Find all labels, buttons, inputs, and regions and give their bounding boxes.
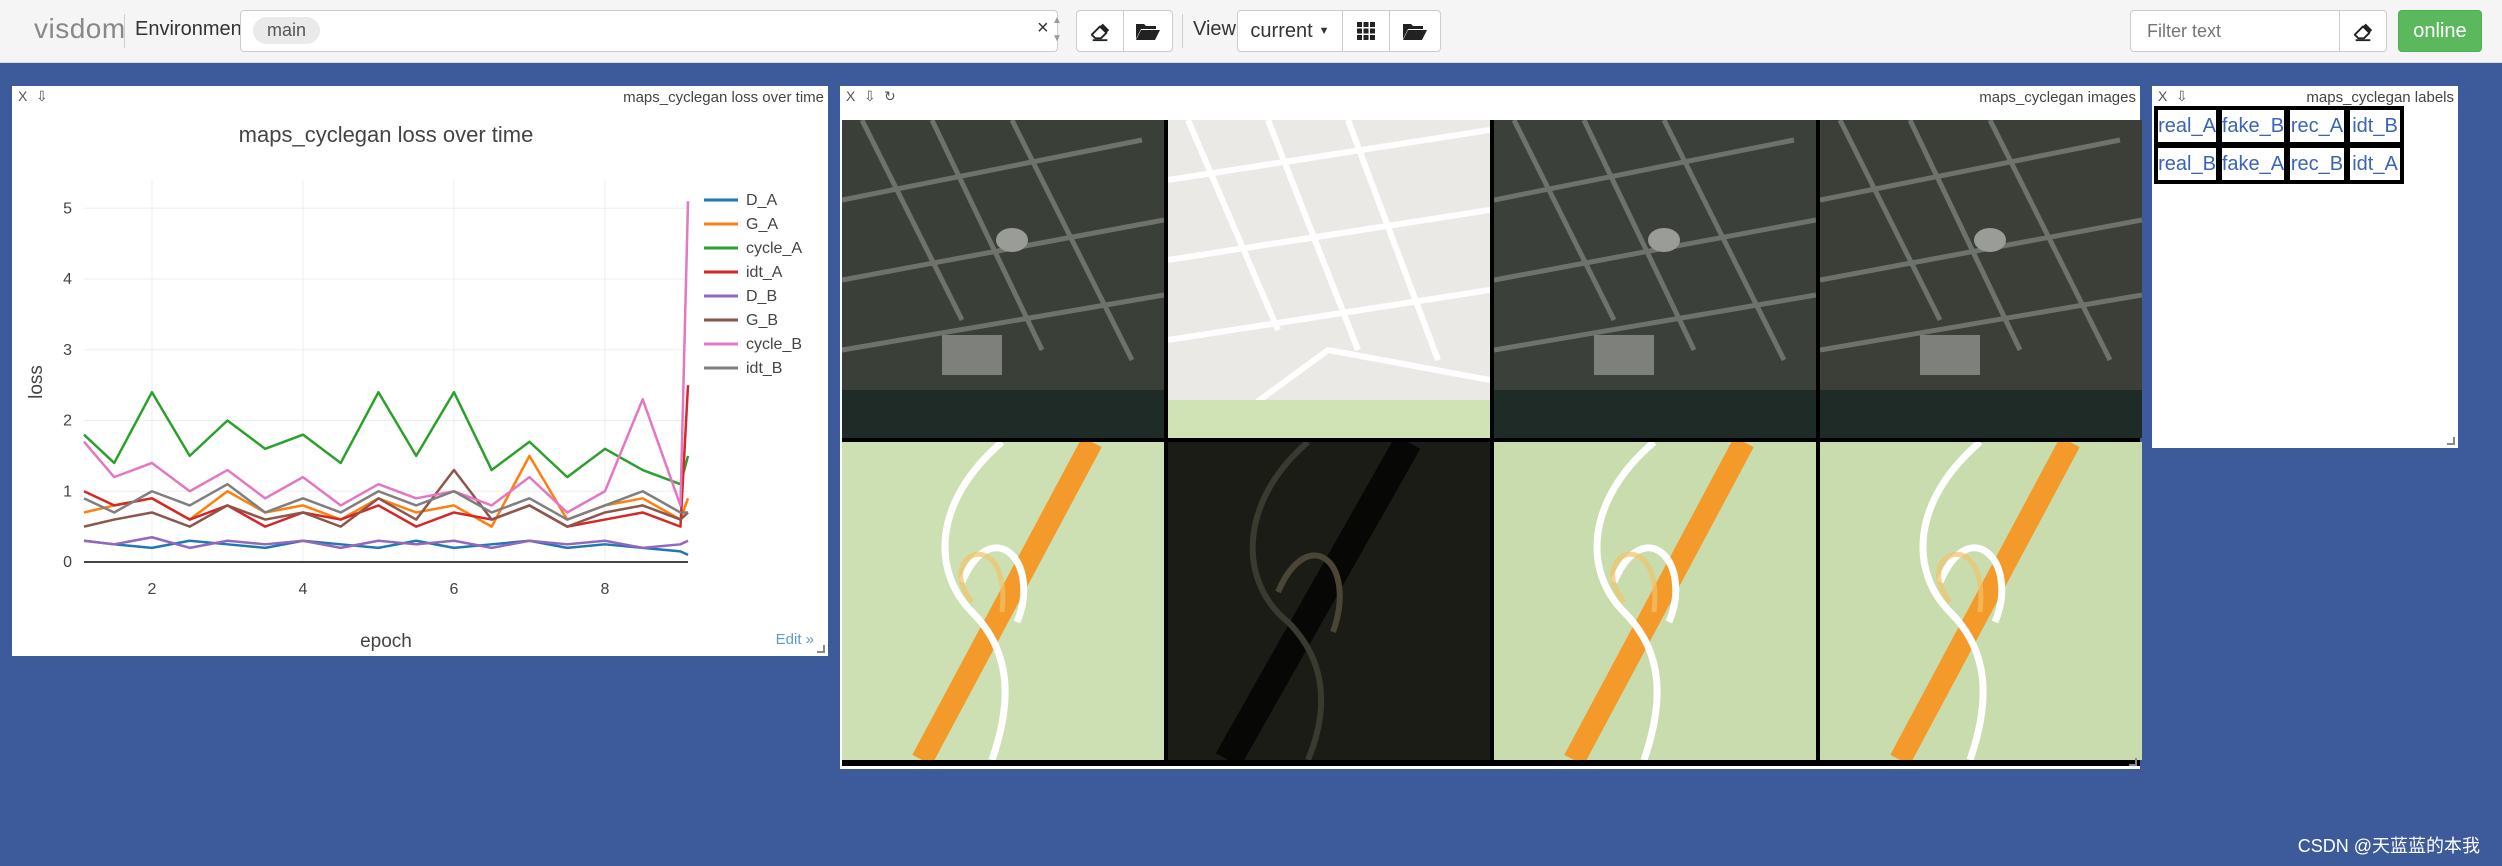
view-label: View <box>1193 18 1236 40</box>
close-pane-icon[interactable]: X <box>2158 88 2167 104</box>
x-tick-label: 6 <box>449 581 458 598</box>
result-image <box>1494 120 1816 438</box>
folder-open-icon <box>1403 24 1427 40</box>
legend-label: idt_A <box>746 264 783 281</box>
labels-table: real_A fake_B rec_A idt_B real_B fake_A … <box>2154 106 2404 192</box>
watermark: CSDN @天蓝蓝的本我 <box>2297 836 2480 856</box>
environment-label: Environment <box>135 18 248 40</box>
pane-bar[interactable]: X ⇩ maps_cyclegan labels <box>2152 86 2458 108</box>
clear-env-button[interactable] <box>1076 10 1124 52</box>
x-tick-label: 2 <box>147 581 156 598</box>
labels-pane: X ⇩ maps_cyclegan labels real_A fake_B r… <box>2152 86 2458 448</box>
label-cell: idt_A <box>2346 144 2404 184</box>
y-tick-label: 1 <box>63 483 72 500</box>
result-image <box>1820 120 2142 438</box>
environment-chip-main[interactable]: main <box>253 17 321 44</box>
divider <box>124 14 125 48</box>
reset-icon[interactable]: ↻ <box>884 88 896 105</box>
legend-label: G_A <box>746 216 778 233</box>
close-pane-icon[interactable]: X <box>846 88 855 104</box>
loss-chart-pane: X ⇩ maps_cyclegan loss over time maps_cy… <box>12 86 828 656</box>
divider <box>1182 14 1183 48</box>
folder-open-icon <box>1136 24 1160 40</box>
result-image <box>1168 120 1490 438</box>
legend-label: G_B <box>746 312 778 329</box>
label-cell: rec_B <box>2286 144 2348 184</box>
images-pane: X ⇩ ↻ maps_cyclegan images <box>840 86 2142 769</box>
download-icon[interactable]: ⇩ <box>2176 88 2188 105</box>
series-line-cycle_B <box>83 201 690 514</box>
manage-env-button[interactable] <box>1123 10 1173 52</box>
environment-arrows-icon[interactable]: ▲ ▼ <box>1052 12 1062 48</box>
y-tick-label: 4 <box>63 271 72 288</box>
clear-filter-button[interactable] <box>2339 10 2387 52</box>
online-status-button[interactable]: online <box>2398 10 2482 52</box>
view-select[interactable]: current ▼ <box>1237 10 1343 52</box>
label-cell: rec_A <box>2286 106 2348 146</box>
x-tick-label: 4 <box>298 581 307 598</box>
eraser-icon <box>2353 23 2373 42</box>
y-tick-label: 0 <box>63 554 72 571</box>
repack-button[interactable] <box>1342 10 1390 52</box>
legend-label: D_A <box>746 192 777 209</box>
environment-select[interactable]: main × <box>240 10 1058 52</box>
resize-handle[interactable] <box>817 645 825 653</box>
result-image <box>1494 442 1816 760</box>
legend-label: cycle_A <box>746 240 802 257</box>
y-tick-label: 2 <box>63 413 72 430</box>
y-axis-label: loss <box>26 365 47 399</box>
result-image <box>842 442 1164 760</box>
legend-label: D_B <box>746 288 777 305</box>
y-tick-label: 5 <box>63 200 72 217</box>
label-cell: real_B <box>2154 144 2220 184</box>
loss-chart[interactable]: maps_cyclegan loss over time 2 4 6 8 0 1 2 3 4 5 ep… <box>12 86 828 656</box>
grid-icon <box>1357 22 1375 40</box>
label-cell: fake_B <box>2218 106 2288 146</box>
filter-text-input[interactable] <box>2130 10 2340 52</box>
result-image <box>1168 442 1490 760</box>
resize-handle[interactable] <box>2129 758 2137 766</box>
x-tick-label: 8 <box>600 581 609 598</box>
series-line-cycle_A <box>83 390 690 486</box>
pane-title: maps_cyclegan images <box>1979 89 2136 106</box>
download-icon[interactable]: ⇩ <box>864 88 876 105</box>
x-axis-label: epoch <box>360 631 412 652</box>
result-image <box>842 120 1164 438</box>
legend-label: idt_B <box>746 360 782 377</box>
label-cell: real_A <box>2154 106 2220 146</box>
y-tick-label: 3 <box>63 342 72 359</box>
manage-views-button[interactable] <box>1389 10 1441 52</box>
resize-handle[interactable] <box>2447 437 2455 445</box>
brand-logo[interactable]: visdom <box>34 13 126 45</box>
pane-title: maps_cyclegan labels <box>2306 89 2454 106</box>
pane-bar[interactable]: X ⇩ ↻ maps_cyclegan images <box>840 86 2140 108</box>
environment-clear-icon[interactable]: × <box>1037 17 1049 40</box>
label-cell: fake_A <box>2218 144 2288 184</box>
result-image <box>1820 442 2142 760</box>
caret-down-icon: ▼ <box>1318 25 1330 37</box>
edit-link[interactable]: Edit » <box>776 631 814 648</box>
label-cell: idt_B <box>2346 106 2404 146</box>
chart-title: maps_cyclegan loss over time <box>239 122 534 147</box>
legend-label: cycle_B <box>746 336 802 353</box>
eraser-icon <box>1090 23 1110 42</box>
navbar: visdom Environment main × ▲ ▼ View curren… <box>0 0 2502 63</box>
image-grid <box>842 120 2142 766</box>
view-value: current <box>1250 19 1313 42</box>
